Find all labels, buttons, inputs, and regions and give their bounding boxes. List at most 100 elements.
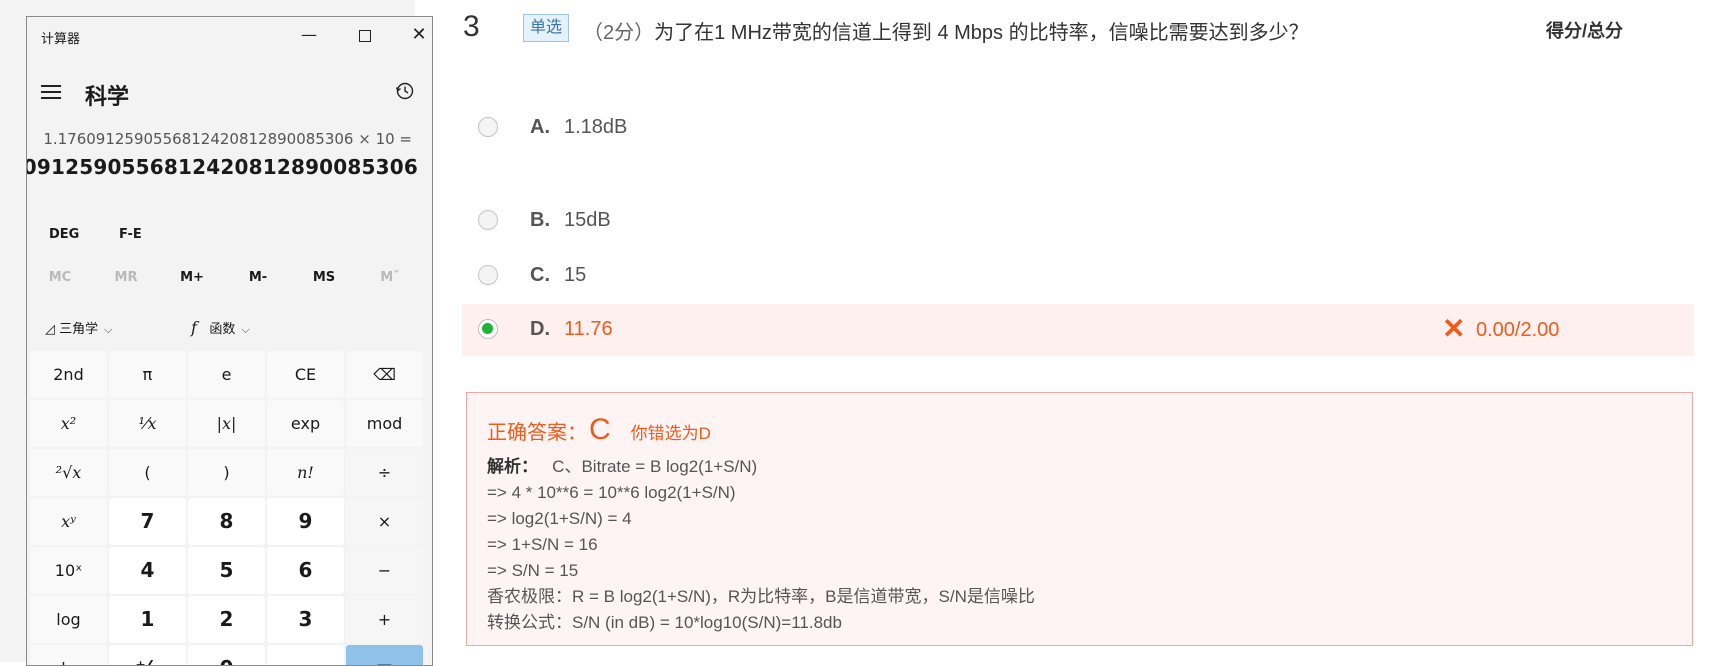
- correct-answer-value: C: [589, 413, 611, 446]
- option-a[interactable]: A. 1.18dB: [466, 102, 1698, 154]
- memory-list-button[interactable]: Mˇ: [357, 270, 423, 285]
- trig-dropdown[interactable]: ◿ 三角学 ⌵: [45, 318, 113, 337]
- option-d[interactable]: D. 11.76 ✕ 0.00/2.00: [462, 304, 1694, 356]
- analysis-line: => log2(1+S/N) = 4: [487, 509, 632, 528]
- trig-label: 三角学: [59, 322, 99, 337]
- digit-3-key[interactable]: 3: [267, 596, 344, 643]
- triangle-icon: ◿: [45, 322, 55, 337]
- exp-key[interactable]: exp: [267, 400, 344, 447]
- digit-5-key[interactable]: 5: [188, 547, 265, 594]
- sqrt-key[interactable]: ²√x: [30, 449, 107, 496]
- ten-power-key[interactable]: 10ˣ: [30, 547, 107, 594]
- close-paren-key[interactable]: ): [188, 449, 265, 496]
- mod-key[interactable]: mod: [346, 400, 423, 447]
- digit-0-key[interactable]: 0: [188, 645, 265, 665]
- title-bar[interactable]: 计算器 — ✕: [27, 17, 432, 53]
- negate-key[interactable]: ⁺⁄₋: [109, 645, 186, 665]
- window-title: 计算器: [41, 32, 81, 47]
- question-type-badge: 单选: [523, 14, 570, 42]
- answer-explanation-box: 正确答案：C 你错选为D 解析： C、Bitrate = B log2(1+S/N…: [466, 392, 1693, 646]
- pi-key[interactable]: π: [109, 351, 186, 398]
- option-letter: C.: [530, 264, 550, 286]
- analysis-text: 解析： C、Bitrate = B log2(1+S/N) => 4 * 10*…: [487, 454, 1035, 636]
- radio-d-selected[interactable]: [478, 319, 498, 339]
- radio-a[interactable]: [478, 117, 498, 137]
- backspace-key[interactable]: ⌫: [346, 351, 423, 398]
- clear-entry-key[interactable]: CE: [267, 351, 344, 398]
- function-label: 函数: [209, 322, 236, 337]
- close-button[interactable]: ✕: [399, 23, 432, 47]
- minimize-button[interactable]: —: [289, 23, 329, 47]
- fe-button[interactable]: F-E: [119, 227, 142, 242]
- correct-answer-label: 正确答案：: [487, 422, 587, 444]
- multiply-key[interactable]: ×: [346, 498, 423, 545]
- analysis-line: 香农极限：R = B log2(1+S/N)，R为比特率，B是信道带宽，S/N是…: [487, 587, 1035, 606]
- analysis-label: 解析：: [487, 457, 538, 476]
- absolute-key[interactable]: |x|: [188, 400, 265, 447]
- maximize-icon: [359, 29, 371, 42]
- analysis-line: 转换公式：S/N (in dB) = 10*log10(S/N)=11.8db: [487, 613, 842, 632]
- option-letter: D.: [530, 318, 550, 340]
- memory-subtract-button[interactable]: M-: [225, 270, 291, 285]
- analysis-line: 解析： C、Bitrate = B log2(1+S/N): [487, 454, 1035, 480]
- log-key[interactable]: log: [30, 596, 107, 643]
- subtract-key[interactable]: −: [346, 547, 423, 594]
- history-icon[interactable]: [395, 81, 415, 101]
- option-c[interactable]: C. 15: [466, 250, 1698, 302]
- open-paren-key[interactable]: (: [109, 449, 186, 496]
- memory-clear-button[interactable]: MC: [27, 270, 93, 285]
- angle-mode-button[interactable]: DEG: [49, 227, 79, 242]
- option-letter: B.: [530, 209, 550, 231]
- second-key[interactable]: 2nd: [30, 351, 107, 398]
- angle-row: DEG F-E: [27, 225, 432, 249]
- digit-1-key[interactable]: 1: [109, 596, 186, 643]
- add-key[interactable]: +: [346, 596, 423, 643]
- memory-row: MC MR M+ M- MS Mˇ: [27, 267, 432, 291]
- chevron-down-icon: ⌵: [104, 323, 113, 336]
- memory-add-button[interactable]: M+: [159, 270, 225, 285]
- score-header: 得分/总分: [1546, 21, 1624, 41]
- ln-key[interactable]: ln: [30, 645, 107, 665]
- digit-6-key[interactable]: 6: [267, 547, 344, 594]
- option-value: 15dB: [564, 209, 611, 231]
- question-number: 3: [463, 10, 480, 43]
- digit-9-key[interactable]: 9: [267, 498, 344, 545]
- option-value: 1.18dB: [564, 116, 628, 138]
- option-score: 0.00/2.00: [1476, 319, 1560, 341]
- wrong-selection-note: 你错选为D: [630, 424, 711, 443]
- equals-key[interactable]: =: [346, 645, 423, 665]
- option-b[interactable]: B. 15dB: [466, 195, 1698, 247]
- digit-2-key[interactable]: 2: [188, 596, 265, 643]
- calculator-header: 科学: [27, 75, 432, 115]
- question-points: （2分）: [583, 22, 655, 44]
- decimal-key[interactable]: .: [267, 645, 344, 665]
- radio-b[interactable]: [478, 210, 498, 230]
- correct-answer-line: 正确答案：C 你错选为D: [487, 413, 711, 447]
- maximize-button[interactable]: [345, 23, 385, 47]
- calculator-window[interactable]: 计算器 — ✕ 科学 1.176091259055681242081289008…: [26, 16, 433, 666]
- menu-icon[interactable]: [41, 81, 61, 103]
- analysis-line: => 4 * 10**6 = 10**6 log2(1+S/N): [487, 483, 736, 502]
- reciprocal-key[interactable]: ¹⁄x: [109, 400, 186, 447]
- square-key[interactable]: x²: [30, 400, 107, 447]
- memory-recall-button[interactable]: MR: [93, 270, 159, 285]
- memory-store-button[interactable]: MS: [291, 270, 357, 285]
- digit-8-key[interactable]: 8: [188, 498, 265, 545]
- e-key[interactable]: e: [188, 351, 265, 398]
- analysis-line: => S/N = 15: [487, 561, 579, 580]
- option-letter: A.: [530, 116, 550, 138]
- power-key[interactable]: xʸ: [30, 498, 107, 545]
- analysis-line: => 1+S/N = 16: [487, 535, 598, 554]
- question-body: 为了在1 MHz带宽的信道上得到 4 Mbps 的比特率，信噪比需要达到多少？: [654, 22, 1309, 44]
- radio-c[interactable]: [478, 265, 498, 285]
- expression-display: 1.1760912590556812420812890085306 × 10 =: [43, 130, 412, 148]
- digit-4-key[interactable]: 4: [109, 547, 186, 594]
- digit-7-key[interactable]: 7: [109, 498, 186, 545]
- factorial-key[interactable]: n!: [267, 449, 344, 496]
- divide-key[interactable]: ÷: [346, 449, 423, 496]
- option-value: 15: [564, 264, 587, 286]
- function-icon: f: [191, 318, 197, 337]
- function-row: ◿ 三角学 ⌵ f 函数 ⌵: [27, 314, 432, 342]
- analysis-line-text: C、Bitrate = B log2(1+S/N): [552, 457, 758, 476]
- function-dropdown[interactable]: f 函数 ⌵: [191, 318, 250, 337]
